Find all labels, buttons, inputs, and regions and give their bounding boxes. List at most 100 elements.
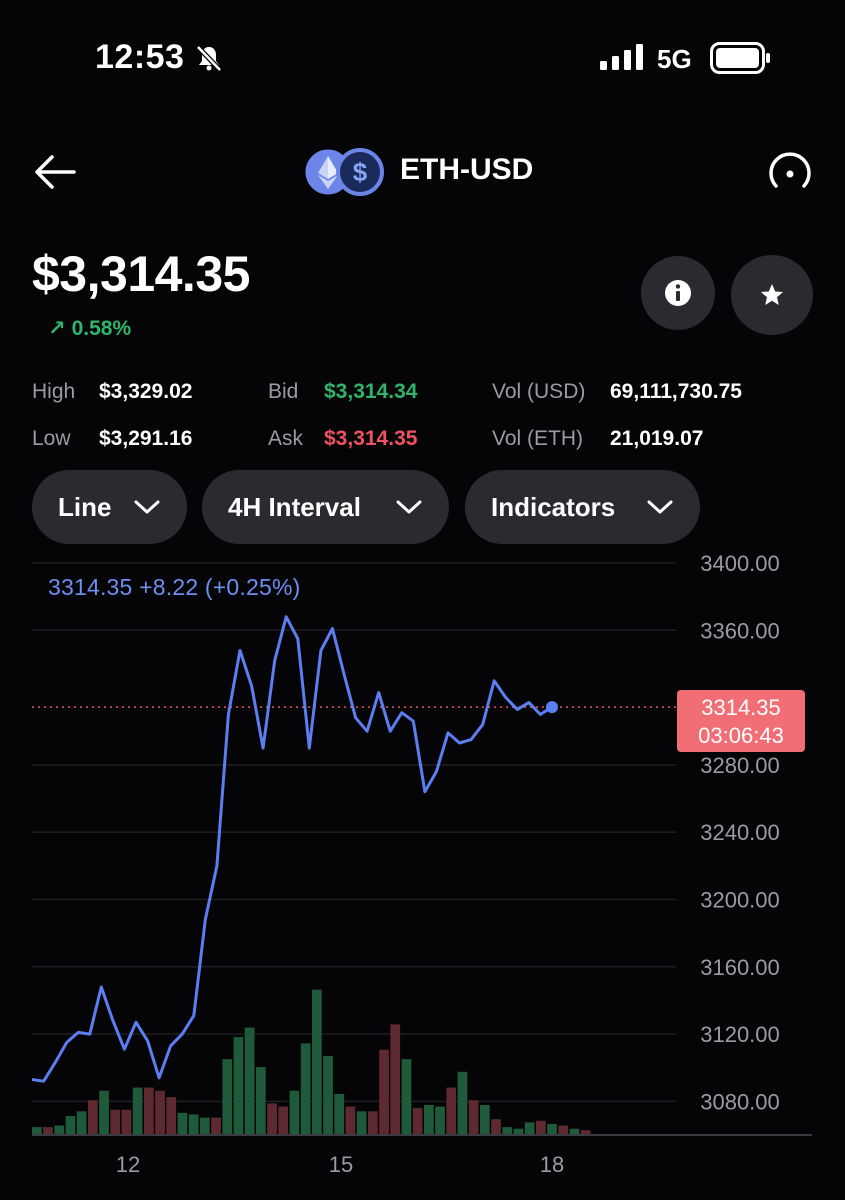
low-label: Low: [32, 427, 71, 450]
volume-bar: [289, 1090, 300, 1135]
x-tick-label: 15: [329, 1152, 353, 1177]
volume-bar: [390, 1024, 401, 1135]
volume-bar: [88, 1100, 98, 1135]
trend-up-icon: ↗: [48, 317, 66, 340]
volume-bar: [457, 1071, 468, 1135]
volume-bar: [155, 1090, 165, 1135]
tag-price: 3314.35: [701, 695, 781, 720]
gauge-icon[interactable]: [766, 150, 814, 194]
volume-bar: [435, 1106, 445, 1135]
battery-icon: [710, 42, 770, 74]
x-tick-label: 18: [540, 1152, 564, 1177]
volume-bar: [43, 1127, 53, 1135]
volume-bar: [468, 1100, 479, 1135]
volume-bar: [54, 1125, 65, 1135]
chevron-down-icon: [134, 500, 160, 514]
current-price: $3,314.35: [32, 246, 250, 302]
ask-value: $3,314.35: [324, 427, 418, 450]
volume-bar: [536, 1120, 546, 1135]
indicators-label: Indicators: [491, 491, 616, 522]
bid-label: Bid: [268, 380, 299, 403]
high-label: High: [32, 380, 76, 403]
x-axis-labels: 12 15 18: [116, 1152, 564, 1177]
volume-bar: [412, 1108, 423, 1135]
y-axis-labels: 3400.00 3360.00 3280.00 3240.00 3200.00 3160.…: [700, 551, 780, 1114]
interval-dropdown[interactable]: 4H Interval: [202, 470, 449, 544]
vol-usd-value: 69,111,730.75: [610, 380, 742, 403]
pair-title: ETH-USD: [400, 153, 534, 186]
volume-bar: [547, 1123, 557, 1135]
volume-bar: [368, 1111, 378, 1135]
low-value: $3,291.16: [99, 427, 193, 450]
volume-bar: [121, 1109, 132, 1135]
volume-bar: [256, 1067, 266, 1135]
price-change-value: 0.58%: [71, 317, 132, 340]
volume-bar: [491, 1119, 501, 1135]
volume-bar: [76, 1111, 87, 1135]
volume-bar: [144, 1087, 154, 1135]
interval-label: 4H Interval: [228, 491, 361, 522]
price-change: ↗ 0.58%: [48, 316, 131, 341]
chevron-down-icon: [396, 500, 422, 514]
volume-bars: [32, 989, 591, 1135]
volume-bar: [312, 989, 322, 1135]
y-tick-label: 3360.00: [700, 618, 780, 643]
chart-type-dropdown[interactable]: Line: [32, 470, 187, 544]
volume-bar: [524, 1122, 535, 1135]
volume-bar: [278, 1106, 289, 1135]
indicators-dropdown[interactable]: Indicators: [465, 470, 700, 544]
volume-bar: [424, 1104, 434, 1135]
bid-value: $3,314.34: [324, 380, 418, 403]
volume-bar: [446, 1087, 457, 1135]
volume-bar: [334, 1093, 345, 1135]
price-line: [31, 615, 553, 1083]
volume-bar: [222, 1059, 233, 1135]
volume-bar: [356, 1111, 367, 1135]
volume-bar: [188, 1114, 199, 1135]
volume-bar: [32, 1127, 42, 1135]
y-tick-label: 3080.00: [700, 1089, 780, 1114]
eth-usd-pair-icon: $: [304, 148, 384, 196]
volume-bar: [323, 1056, 333, 1135]
x-tick-label: 12: [116, 1152, 140, 1177]
bell-muted-icon: [196, 45, 222, 72]
y-tick-label: 3120.00: [700, 1022, 780, 1047]
vol-usd-label: Vol (USD): [492, 380, 586, 403]
volume-bar: [401, 1059, 412, 1135]
volume-bar: [110, 1109, 121, 1135]
network-label: 5G: [657, 44, 692, 74]
star-icon: [761, 284, 783, 305]
volume-bar: [267, 1103, 277, 1135]
favorite-button[interactable]: [731, 255, 813, 335]
signal-icon: [600, 44, 643, 70]
price-chart[interactable]: 3400.00 3360.00 3280.00 3240.00 3200.00 3160.…: [0, 548, 845, 1200]
vol-eth-label: Vol (ETH): [492, 427, 584, 450]
volume-bar: [480, 1104, 490, 1135]
ask-label: Ask: [268, 427, 304, 450]
y-tick-label: 3400.00: [700, 551, 780, 576]
chart-grid: [32, 562, 676, 1103]
y-tick-label: 3240.00: [700, 820, 780, 845]
volume-bar: [300, 1043, 311, 1135]
current-price-tag: 3314.35 03:06:43: [677, 690, 805, 752]
high-value: $3,329.02: [99, 380, 193, 403]
chart-readout: 3314.35 +8.22 (+0.25%): [48, 574, 301, 600]
svg-text:$: $: [353, 157, 368, 187]
vol-eth-value: 21,019.07: [610, 427, 704, 450]
volume-bar: [379, 1049, 389, 1135]
y-tick-label: 3280.00: [700, 753, 780, 778]
volume-bar: [132, 1087, 143, 1135]
info-icon: [665, 280, 691, 306]
volume-bar: [233, 1037, 244, 1135]
volume-bar: [211, 1117, 221, 1135]
chart-type-label: Line: [58, 491, 112, 522]
chevron-down-icon: [647, 500, 673, 514]
back-arrow-icon[interactable]: [32, 152, 78, 192]
info-button[interactable]: [641, 256, 715, 330]
volume-bar: [65, 1116, 76, 1135]
y-tick-label: 3200.00: [700, 887, 780, 912]
volume-bar: [99, 1090, 109, 1135]
status-time: 12:53: [95, 38, 185, 76]
volume-bar: [345, 1106, 356, 1135]
volume-bar: [200, 1117, 210, 1135]
